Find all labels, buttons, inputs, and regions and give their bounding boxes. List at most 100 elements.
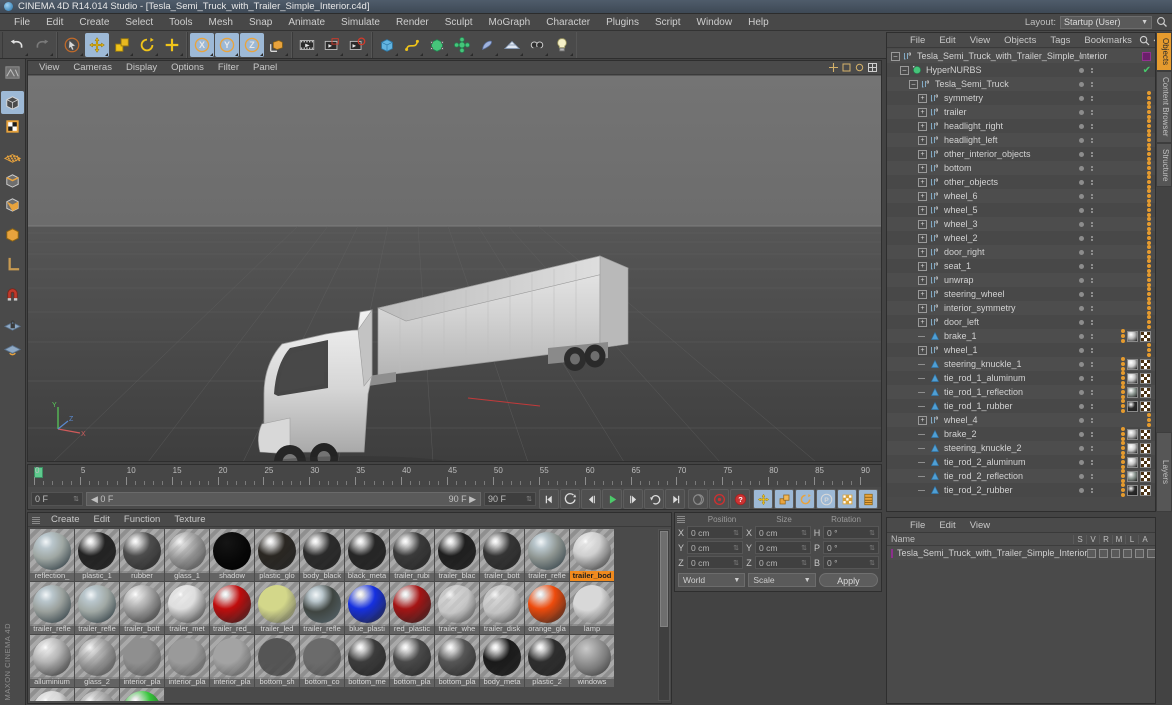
material-item[interactable]: trailer_refle <box>525 529 569 581</box>
object-tag-dots[interactable] <box>1147 119 1151 133</box>
material-item[interactable]: red_plastic <box>390 582 434 634</box>
object-row[interactable]: +0 wheel_2 <box>887 231 1155 245</box>
visibility-editor-dot[interactable] <box>1079 473 1084 479</box>
material-item[interactable]: trailer_bott <box>120 582 164 634</box>
toolbar-render-view-button[interactable] <box>295 33 319 57</box>
timeline-range-bar[interactable]: ◀ 0 F 90 F ▶ <box>86 492 481 506</box>
object-tag-dots[interactable] <box>1147 287 1151 301</box>
material-item[interactable]: interior_pla <box>120 635 164 687</box>
uv-tag-icon[interactable] <box>1140 400 1151 412</box>
object-row[interactable]: +0 wheel_4 <box>887 413 1155 427</box>
visibility-render-dots[interactable] <box>1091 431 1093 437</box>
spinner[interactable]: ⇅ <box>801 544 807 552</box>
menu-item-mograph[interactable]: MoGraph <box>481 14 539 31</box>
visibility-editor-dot[interactable] <box>1079 305 1084 311</box>
menu-item-character[interactable]: Character <box>538 14 598 31</box>
material-item[interactable]: bottom_me <box>345 635 389 687</box>
material-item[interactable]: green_rubl <box>120 688 164 701</box>
material-item[interactable]: plastic_1 <box>75 529 119 581</box>
transport-play-button[interactable] <box>602 489 622 509</box>
material-tag-icon[interactable] <box>1127 484 1138 496</box>
view-maximize-icon[interactable] <box>868 63 877 72</box>
visibility-render-dots[interactable] <box>1091 151 1093 157</box>
search-icon[interactable] <box>1139 35 1150 46</box>
visibility-editor-dot[interactable] <box>1079 263 1084 269</box>
object-row[interactable]: tie_rod_2_rubber <box>887 483 1155 497</box>
material-item[interactable]: windows <box>570 635 614 687</box>
visibility-render-dots[interactable] <box>1091 319 1093 325</box>
material-item[interactable]: glass_3 <box>75 688 119 701</box>
object-row[interactable]: brake_2 <box>887 427 1155 441</box>
visibility-render-dots[interactable] <box>1091 165 1093 171</box>
object-tag-dots[interactable] <box>1147 175 1151 189</box>
visibility-render-dots[interactable] <box>1091 221 1093 227</box>
left-object-axis-button[interactable] <box>1 223 24 246</box>
coordinates-position-y-input[interactable]: 0 cm ⇅ <box>687 541 743 554</box>
object-row[interactable]: brake_1 <box>887 329 1155 343</box>
toolbar-render-region-button[interactable] <box>320 33 344 57</box>
object-menu-edit[interactable]: Edit <box>932 33 962 48</box>
spinner[interactable]: ⇅ <box>733 529 739 537</box>
layer-color-swatch[interactable] <box>891 548 893 558</box>
timeline-ruler[interactable]: 0 5 10 15 20 25 30 35 40 45 50 55 60 65 70 75 80 85 90 <box>28 465 881 487</box>
menu-item-help[interactable]: Help <box>740 14 777 31</box>
object-row[interactable]: tie_rod_1_aluminum <box>887 371 1155 385</box>
coordinates-position-x-input[interactable]: 0 cm ⇅ <box>687 526 743 539</box>
object-tag-dots[interactable] <box>1121 357 1125 371</box>
object-tag-dots[interactable] <box>1121 483 1125 497</box>
menu-item-window[interactable]: Window <box>689 14 741 31</box>
visibility-render-dots[interactable] <box>1091 361 1093 367</box>
expand-toggle-icon[interactable]: + <box>918 303 927 313</box>
material-scroll-thumb[interactable] <box>660 531 668 627</box>
visibility-editor-dot[interactable] <box>1079 95 1084 101</box>
visibility-editor-dot[interactable] <box>1079 291 1084 297</box>
menu-item-create[interactable]: Create <box>71 14 117 31</box>
visibility-editor-dot[interactable] <box>1079 375 1084 381</box>
coordinates-rotation-h-input[interactable]: 0 ° ⇅ <box>823 526 879 539</box>
keytoggle-key-pla-button[interactable] <box>837 489 857 509</box>
expand-toggle-icon[interactable]: + <box>918 191 927 201</box>
object-tag-dots[interactable] <box>1147 105 1151 119</box>
visibility-editor-dot[interactable] <box>1079 151 1084 157</box>
material-item[interactable]: trailer_refle <box>75 582 119 634</box>
toolbar-plus-axis-button[interactable] <box>160 33 184 57</box>
object-tag-dots[interactable] <box>1121 385 1125 399</box>
visibility-render-dots[interactable] <box>1091 375 1093 381</box>
coordinates-size-z-input[interactable]: 0 cm ⇅ <box>755 556 811 569</box>
expand-toggle-icon[interactable]: + <box>918 247 927 257</box>
visibility-editor-dot[interactable] <box>1079 487 1084 493</box>
toolbar-light-button[interactable] <box>550 33 574 57</box>
uv-tag-icon[interactable] <box>1140 358 1151 370</box>
visibility-render-dots[interactable] <box>1091 445 1093 451</box>
visibility-editor-dot[interactable] <box>1079 109 1084 115</box>
object-tag-dots[interactable] <box>1147 133 1151 147</box>
visibility-editor-dot[interactable] <box>1079 347 1084 353</box>
menu-item-plugins[interactable]: Plugins <box>598 14 647 31</box>
object-tag-dots[interactable] <box>1147 91 1151 105</box>
object-tag-dots[interactable] <box>1147 245 1151 259</box>
left-edges-mode-button[interactable] <box>1 169 24 192</box>
left-model-mode-button[interactable] <box>1 91 24 114</box>
object-tag-dots[interactable] <box>1147 189 1151 203</box>
material-item[interactable]: glass_1 <box>165 529 209 581</box>
visibility-editor-dot[interactable] <box>1079 249 1084 255</box>
visibility-editor-dot[interactable] <box>1079 389 1084 395</box>
visibility-render-dots[interactable] <box>1091 263 1093 269</box>
apply-button[interactable]: Apply <box>818 573 878 587</box>
menu-item-render[interactable]: Render <box>388 14 437 31</box>
toolbar-cube-primitive-button[interactable] <box>375 33 399 57</box>
left-workplane-button[interactable] <box>1 337 24 360</box>
object-menu-objects[interactable]: Objects <box>997 33 1043 48</box>
toolbar-rotate-button[interactable] <box>135 33 159 57</box>
object-tag-dots[interactable] <box>1121 455 1125 469</box>
object-row[interactable]: +0 steering_wheel <box>887 287 1155 301</box>
object-row[interactable]: +0 wheel_5 <box>887 203 1155 217</box>
material-item[interactable]: blue_plasti <box>345 582 389 634</box>
material-item[interactable]: alluminium <box>30 635 74 687</box>
visibility-render-dots[interactable] <box>1091 333 1093 339</box>
object-tag-dots[interactable] <box>1121 399 1125 413</box>
solo-icon[interactable] <box>1087 548 1097 558</box>
animation-icon[interactable] <box>1147 548 1155 558</box>
layer-column-s[interactable]: S <box>1073 534 1086 544</box>
spinner[interactable]: ⇅ <box>869 559 875 567</box>
